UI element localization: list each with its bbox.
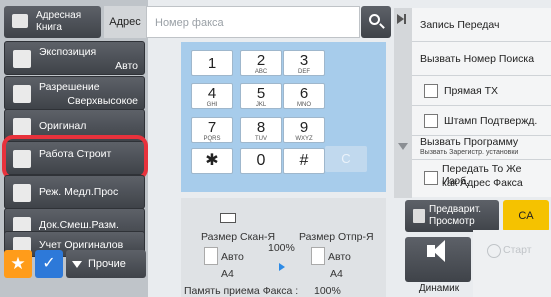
send-paper-size: A4 <box>330 268 343 280</box>
exposure-button[interactable]: Экспозиция Авто <box>4 41 145 75</box>
address-book-label: Адресная Книга <box>36 10 82 33</box>
exposure-value: Авто <box>115 60 138 72</box>
send-record-label: Запись Передач <box>420 19 500 31</box>
start-label: Старт <box>503 244 532 256</box>
start-button[interactable]: Старт <box>473 230 551 297</box>
direct-tx-checkbox[interactable] <box>424 84 438 98</box>
key-3[interactable]: 3 DEF <box>283 50 325 76</box>
ratio-value: 100% <box>268 242 295 254</box>
speaker-button[interactable] <box>405 237 471 282</box>
slow-scan-button[interactable]: Реж. Медл.Прос <box>4 175 145 209</box>
key-7[interactable]: 7 PQRS <box>191 117 233 143</box>
direct-tx-item[interactable]: Прямая TX <box>412 76 551 106</box>
scan-paper-size: A4 <box>221 268 234 280</box>
transfer-checkbox[interactable] <box>424 171 438 185</box>
preview-label-2: Просмотр <box>429 216 475 227</box>
key-8[interactable]: 8 TUV <box>240 117 282 143</box>
transfer-item[interactable]: Передать То Же Изоб. как Адрес Факса <box>412 160 551 197</box>
exposure-icon <box>13 50 31 68</box>
search-button[interactable] <box>361 6 391 38</box>
mixed-size-label: Док.Смеш.Разм. <box>39 219 119 231</box>
arrow-right-icon <box>279 263 285 271</box>
resolution-button[interactable]: Разрешение Сверхвысокое <box>4 76 145 110</box>
call-program-item[interactable]: Вызвать Программу Вызвать Зарегистр. уст… <box>412 136 551 160</box>
send-paper-icon <box>311 247 325 265</box>
search-number-label: Вызвать Номер Поиска <box>420 53 535 65</box>
search-icon <box>369 14 380 25</box>
key-5[interactable]: 5 JKL <box>240 83 282 109</box>
key-hash[interactable]: # <box>283 148 325 174</box>
stamp-label: Штамп Подтвержд. <box>444 115 538 127</box>
vertical-scrollbar[interactable] <box>394 8 412 198</box>
resolution-value: Сверхвысокое <box>67 95 138 107</box>
preview-button[interactable]: Предварит. Просмотр <box>405 200 499 232</box>
key-4[interactable]: 4 GHI <box>191 83 233 109</box>
start-icon <box>487 244 501 258</box>
document-icon <box>220 213 236 223</box>
original-label: Оригинал <box>39 120 87 132</box>
send-mode: Авто <box>328 251 351 263</box>
key-6[interactable]: 6 MNO <box>283 83 325 109</box>
call-program-label: Вызвать Программу <box>420 136 519 148</box>
fax-memory-label: Память приема Факса : <box>184 285 299 297</box>
address-label: Адрес <box>104 6 146 38</box>
address-book-button[interactable]: Адресная Книга <box>4 6 101 38</box>
scan-size-label[interactable]: Размер Скан-Я <box>201 231 275 243</box>
preview-icon <box>413 209 425 223</box>
resolution-icon <box>13 85 31 103</box>
speaker-label: Динамик <box>418 283 460 294</box>
fax-memory-value: 100% <box>314 285 341 297</box>
call-program-sub: Вызвать Зарегистр. установки <box>420 149 519 156</box>
send-size-label[interactable]: Размер Отпр-Я <box>299 231 374 243</box>
fax-number-input[interactable]: Номер факса <box>146 6 360 38</box>
transfer-label-2: как Адрес Факса <box>442 177 523 189</box>
other-label: Прочие <box>88 258 126 270</box>
preview-label-1: Предварит. <box>429 204 482 215</box>
address-book-icon <box>12 14 28 28</box>
clear-key[interactable]: C <box>325 146 367 172</box>
scan-paper-icon <box>204 247 218 265</box>
resolution-label: Разрешение <box>39 81 100 93</box>
key-star[interactable]: ✱ <box>191 148 233 174</box>
key-0[interactable]: 0 <box>240 148 282 174</box>
stamp-item[interactable]: Штамп Подтвержд. <box>412 106 551 136</box>
exposure-label: Экспозиция <box>39 46 97 58</box>
highlight-ring <box>2 135 148 180</box>
slow-scan-icon <box>13 184 31 202</box>
scan-mode: Авто <box>221 251 244 263</box>
search-number-item[interactable]: Вызвать Номер Поиска <box>412 42 551 76</box>
checkmark-icon[interactable]: ✓ <box>35 250 63 278</box>
stamp-checkbox[interactable] <box>424 114 438 128</box>
key-2[interactable]: 2 ABC <box>240 50 282 76</box>
ca-button[interactable]: CA <box>503 200 549 232</box>
original-icon <box>13 118 31 136</box>
slow-scan-label: Реж. Медл.Прос <box>39 186 119 198</box>
scroll-to-top-icon[interactable] <box>397 14 404 24</box>
send-record-item[interactable]: Запись Передач <box>412 8 551 42</box>
chevron-down-icon <box>72 261 82 268</box>
direct-tx-label: Прямая TX <box>444 85 499 97</box>
scroll-down-icon[interactable] <box>398 143 408 150</box>
other-button[interactable]: Прочие <box>66 250 146 278</box>
favorite-star-icon[interactable]: ★ <box>4 250 32 278</box>
key-9[interactable]: 9 WXYZ <box>283 117 325 143</box>
key-1[interactable]: 1 <box>191 50 233 76</box>
